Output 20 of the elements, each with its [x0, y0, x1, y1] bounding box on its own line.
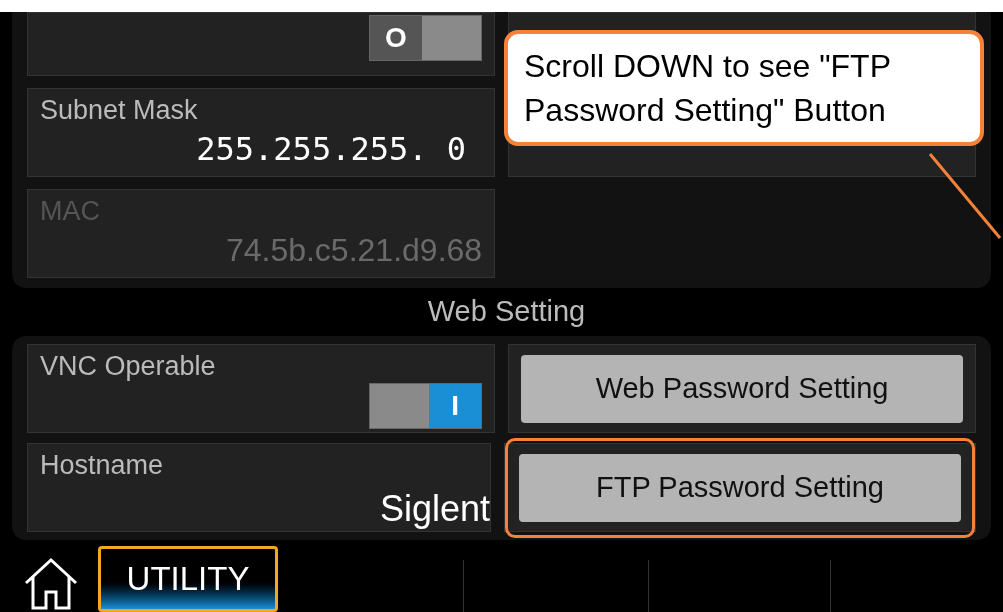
- setting-value: 255.255.255. 0: [196, 129, 466, 170]
- setting-label: Hostname: [40, 449, 165, 482]
- setting-cell[interactable]: Subnet Mask 255.255.255. 0: [27, 88, 495, 177]
- setting-cell[interactable]: O: [27, 12, 495, 76]
- setting-value: 74.5b.c5.21.d9.68: [225, 231, 483, 270]
- toggle-knob: I: [429, 384, 482, 428]
- section-title: Web Setting: [427, 294, 586, 330]
- home-icon[interactable]: [22, 556, 80, 610]
- setting-cell[interactable]: Hostname Siglent: [27, 443, 491, 532]
- toggle-switch[interactable]: O: [369, 15, 482, 61]
- password-button[interactable]: Web Password Setting: [521, 354, 964, 423]
- setting-cell[interactable]: VNC Operable I: [27, 344, 496, 433]
- setting-value: Siglent: [379, 487, 490, 531]
- password-button[interactable]: FTP Password Setting: [519, 453, 961, 522]
- toggle-switch[interactable]: I: [369, 383, 483, 429]
- setting-label: Subnet Mask: [40, 94, 199, 127]
- callout-text: Scroll DOWN to see "FTP Password Setting" Button: [524, 47, 892, 130]
- utility-tab[interactable]: UTILITY: [98, 546, 278, 612]
- toggle-knob: O: [370, 16, 422, 60]
- setting-label: VNC Operable: [40, 350, 217, 383]
